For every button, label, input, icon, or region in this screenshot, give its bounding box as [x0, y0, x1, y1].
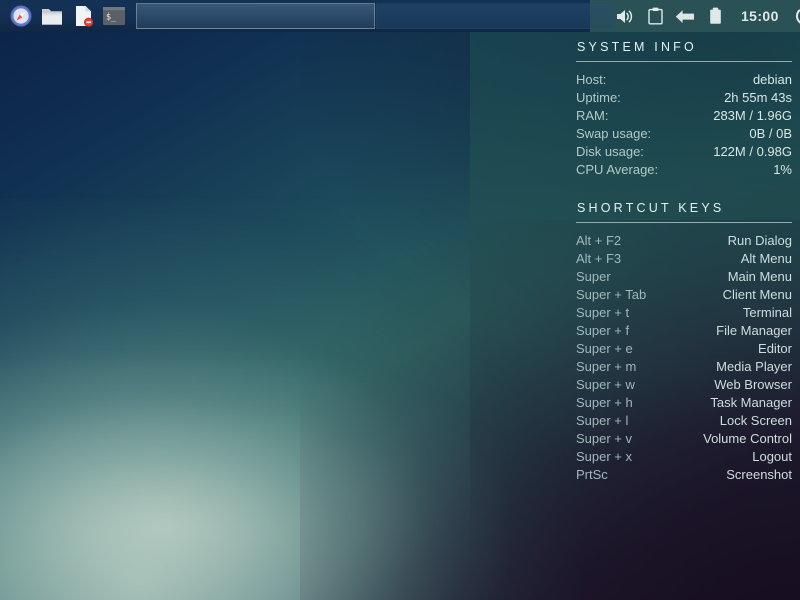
clipboard-outline-icon [648, 7, 663, 25]
shortcut-row: Super + t Terminal [576, 304, 792, 322]
volume-icon[interactable] [615, 5, 635, 27]
shortcut-key: Super + m [576, 358, 636, 376]
clipboard-filled-icon[interactable] [705, 5, 725, 27]
shortcut-action: Terminal [743, 304, 792, 322]
shortcut-key: Super + v [576, 430, 632, 448]
shortcut-action: Lock Screen [720, 412, 792, 430]
shortcut-action: Volume Control [703, 430, 792, 448]
shortcut-key: Super [576, 268, 611, 286]
top-panel: $_ [0, 0, 800, 32]
shortcut-key: Super + w [576, 376, 635, 394]
folder-icon [40, 5, 64, 27]
shortcut-action: Media Player [716, 358, 792, 376]
launcher-area: $_ [0, 0, 128, 32]
file-manager-launcher[interactable] [38, 2, 66, 30]
system-info-value: 283M / 1.96G [713, 107, 792, 125]
window-task-list [128, 0, 615, 32]
shortcut-key: Super + Tab [576, 286, 646, 304]
system-info-row: Swap usage: 0B / 0B [576, 125, 792, 143]
shortcut-action: Run Dialog [728, 232, 792, 250]
system-info-list: Host: debian Uptime: 2h 55m 43s RAM: 283… [576, 71, 792, 179]
system-info-key: CPU Average: [576, 161, 658, 179]
clipboard-filled-icon [709, 7, 722, 25]
shortcut-row: Super + v Volume Control [576, 430, 792, 448]
power-button[interactable] [793, 4, 800, 28]
clock[interactable]: 15:00 [735, 8, 783, 24]
arrow-right-icon [675, 8, 695, 25]
shortcut-action: Main Menu [728, 268, 792, 286]
shortcut-keys-title: Shortcut Keys [576, 201, 792, 215]
system-info-value: 0B / 0B [749, 125, 792, 143]
share-arrow-icon[interactable] [675, 5, 695, 27]
system-tray: 15:00 [615, 0, 800, 32]
shortcut-key: Alt + F3 [576, 250, 621, 268]
document-icon [71, 4, 95, 28]
shortcut-action: File Manager [716, 322, 792, 340]
compass-icon [9, 4, 33, 28]
system-info-row: Uptime: 2h 55m 43s [576, 89, 792, 107]
shortcut-key: Super + f [576, 322, 629, 340]
shortcut-row: Super + h Task Manager [576, 394, 792, 412]
system-info-row: Disk usage: 122M / 0.98G [576, 143, 792, 161]
system-info-key: Disk usage: [576, 143, 644, 161]
system-info-row: Host: debian [576, 71, 792, 89]
web-browser-launcher[interactable] [7, 2, 35, 30]
system-info-row: RAM: 283M / 1.96G [576, 107, 792, 125]
shortcut-key: Super + x [576, 448, 632, 466]
shortcut-action: Screenshot [726, 466, 792, 484]
shortcut-row: PrtSc Screenshot [576, 466, 792, 484]
shortcut-row: Super + w Web Browser [576, 376, 792, 394]
shortcut-row: Alt + F3 Alt Menu [576, 250, 792, 268]
shortcut-action: Editor [758, 340, 792, 358]
desktop-info-overlay: System Info Host: debian Uptime: 2h 55m … [576, 40, 792, 484]
system-info-key: Uptime: [576, 89, 621, 107]
text-editor-launcher[interactable] [69, 2, 97, 30]
shortcut-key: Alt + F2 [576, 232, 621, 250]
system-info-key: RAM: [576, 107, 609, 125]
section-spacer [576, 179, 792, 201]
shortcut-row: Super + m Media Player [576, 358, 792, 376]
shortcut-key: Super + l [576, 412, 628, 430]
shortcut-keys-list: Alt + F2 Run Dialog Alt + F3 Alt Menu Su… [576, 232, 792, 484]
power-icon [794, 5, 800, 27]
system-info-row: CPU Average: 1% [576, 161, 792, 179]
system-info-value: 1% [773, 161, 792, 179]
task-button-active[interactable] [136, 3, 375, 29]
shortcut-action: Logout [752, 448, 792, 466]
shortcut-key: Super + h [576, 394, 633, 412]
system-info-value: debian [753, 71, 792, 89]
shortcut-action: Client Menu [723, 286, 792, 304]
shortcut-key: Super + t [576, 304, 629, 322]
shortcut-row: Alt + F2 Run Dialog [576, 232, 792, 250]
svg-text:$_: $_ [106, 11, 117, 21]
shortcut-row: Super + e Editor [576, 340, 792, 358]
desktop-screen: $_ [0, 0, 800, 600]
shortcut-row: Super + x Logout [576, 448, 792, 466]
system-info-title: System Info [576, 40, 792, 54]
task-button-inactive[interactable] [376, 3, 613, 29]
shortcut-action: Web Browser [714, 376, 792, 394]
shortcut-key: PrtSc [576, 466, 608, 484]
shortcut-row: Super + l Lock Screen [576, 412, 792, 430]
shortcut-row: Super Main Menu [576, 268, 792, 286]
shortcut-row: Super + f File Manager [576, 322, 792, 340]
system-info-divider [576, 61, 792, 62]
speaker-icon [616, 8, 635, 25]
shortcut-action: Alt Menu [741, 250, 792, 268]
shortcut-action: Task Manager [710, 394, 792, 412]
shortcut-key: Super + e [576, 340, 633, 358]
shortcut-keys-divider [576, 222, 792, 223]
system-info-key: Swap usage: [576, 125, 651, 143]
system-info-value: 2h 55m 43s [724, 89, 792, 107]
clipboard-outline-icon[interactable] [645, 5, 665, 27]
system-info-value: 122M / 0.98G [713, 143, 792, 161]
system-info-key: Host: [576, 71, 606, 89]
shortcut-row: Super + Tab Client Menu [576, 286, 792, 304]
terminal-icon: $_ [102, 6, 126, 26]
terminal-launcher[interactable]: $_ [100, 2, 128, 30]
